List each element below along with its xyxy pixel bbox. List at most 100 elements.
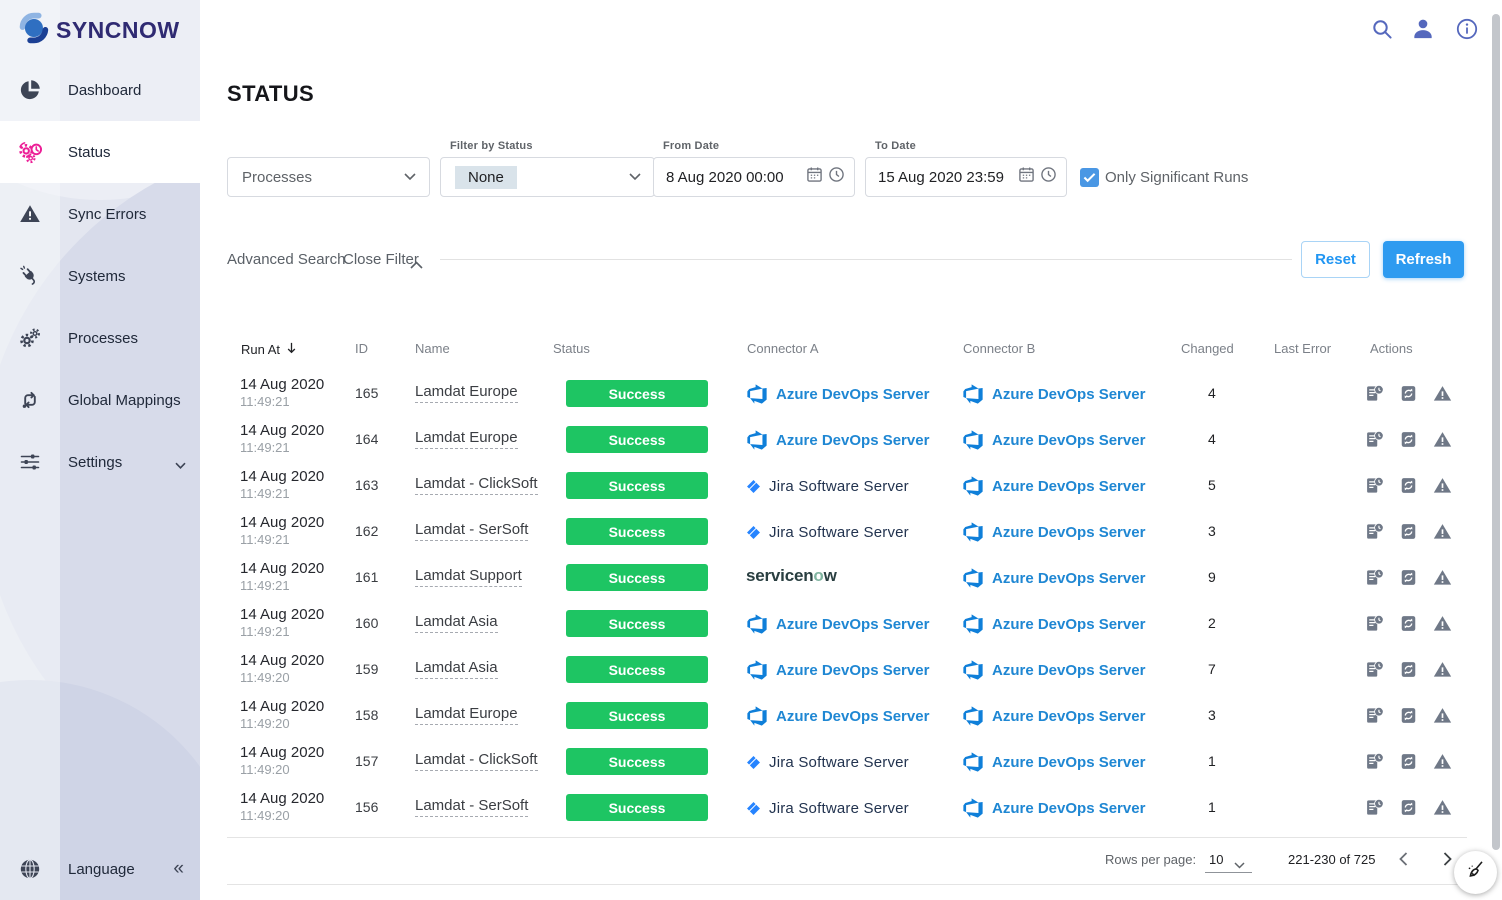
run-details-icon[interactable]	[1365, 614, 1385, 634]
run-details-icon[interactable]	[1365, 476, 1385, 496]
run-details-icon[interactable]	[1365, 752, 1385, 772]
only-significant-checkbox[interactable]	[1080, 168, 1099, 187]
run-details-icon[interactable]	[1365, 384, 1385, 404]
clock-icon[interactable]	[828, 166, 845, 188]
jira-connector-link[interactable]: Jira Software Server	[746, 750, 909, 774]
sidebar-item-sync-errors[interactable]: Sync Errors	[0, 183, 200, 245]
column-header-status[interactable]: Status	[553, 341, 590, 356]
process-select[interactable]: Processes	[227, 157, 430, 197]
warning-icon[interactable]	[1433, 384, 1453, 404]
calendar-icon[interactable]	[806, 166, 823, 188]
azure-devops-connector-link[interactable]: Azure DevOps Server	[962, 566, 1145, 590]
rerun-icon[interactable]	[1399, 706, 1419, 726]
warning-icon[interactable]	[1433, 752, 1453, 772]
previous-page-icon[interactable]	[1394, 849, 1414, 874]
azure-devops-connector-link[interactable]: Azure DevOps Server	[962, 796, 1145, 820]
calendar-icon[interactable]	[1018, 166, 1035, 188]
column-header-changed[interactable]: Changed	[1181, 341, 1234, 356]
jira-connector-link[interactable]: Jira Software Server	[746, 796, 909, 820]
row-actions	[1365, 660, 1453, 680]
user-icon[interactable]	[1410, 16, 1436, 47]
sidebar-item-global-mappings[interactable]: Global Mappings	[0, 369, 200, 431]
reset-button[interactable]: Reset	[1301, 241, 1370, 278]
to-date-input[interactable]: 15 Aug 2020 23:59	[865, 157, 1067, 197]
azure-devops-connector-link[interactable]: Azure DevOps Server	[962, 520, 1145, 544]
rerun-icon[interactable]	[1399, 430, 1419, 450]
warning-icon[interactable]	[1433, 430, 1453, 450]
process-name-link[interactable]: Lamdat - SerSoft	[415, 521, 529, 541]
warning-icon[interactable]	[1433, 706, 1453, 726]
rerun-icon[interactable]	[1399, 568, 1419, 588]
clock-icon[interactable]	[1040, 166, 1057, 188]
rerun-icon[interactable]	[1399, 614, 1419, 634]
process-name-link[interactable]: Lamdat Support	[415, 567, 522, 587]
azure-devops-connector-link[interactable]: Azure DevOps Server	[962, 382, 1145, 406]
column-header-last-error[interactable]: Last Error	[1274, 341, 1331, 356]
azure-devops-connector-link[interactable]: Azure DevOps Server	[962, 612, 1145, 636]
warning-icon[interactable]	[1433, 798, 1453, 818]
rerun-icon[interactable]	[1399, 752, 1419, 772]
column-header-id[interactable]: ID	[355, 341, 368, 356]
run-details-icon[interactable]	[1365, 568, 1385, 588]
run-details-icon[interactable]	[1365, 798, 1385, 818]
sidebar-item-systems[interactable]: Systems	[0, 245, 200, 307]
run-details-icon[interactable]	[1365, 430, 1385, 450]
chevron-up-icon[interactable]	[410, 256, 423, 274]
rows-per-page-select[interactable]: 10	[1209, 852, 1223, 867]
process-name-link[interactable]: Lamdat - ClickSoft	[415, 751, 538, 771]
warning-icon[interactable]	[1433, 476, 1453, 496]
sidebar-item-status[interactable]: Status	[0, 121, 200, 183]
run-details-icon[interactable]	[1365, 660, 1385, 680]
status-filter-select[interactable]: None	[440, 157, 655, 197]
warning-icon[interactable]	[1433, 614, 1453, 634]
close-filter-link[interactable]: Close Filter	[343, 251, 419, 268]
rerun-icon[interactable]	[1399, 522, 1419, 542]
clear-cache-button[interactable]	[1454, 851, 1497, 894]
servicenow-logo[interactable]: servicenow	[746, 566, 837, 585]
info-icon[interactable]	[1455, 17, 1479, 46]
run-details-icon[interactable]	[1365, 706, 1385, 726]
run-details-icon[interactable]	[1365, 522, 1385, 542]
process-name-link[interactable]: Lamdat Europe	[415, 705, 518, 725]
warning-icon[interactable]	[1433, 660, 1453, 680]
rerun-icon[interactable]	[1399, 798, 1419, 818]
azure-devops-connector-link[interactable]: Azure DevOps Server	[962, 750, 1145, 774]
jira-connector-link[interactable]: Jira Software Server	[746, 520, 909, 544]
warning-icon[interactable]	[1433, 522, 1453, 542]
column-header-name[interactable]: Name	[415, 341, 450, 356]
collapse-sidebar-icon[interactable]: «	[173, 858, 184, 880]
azure-devops-connector-link[interactable]: Azure DevOps Server	[962, 428, 1145, 452]
sidebar-item-language[interactable]: Language «	[0, 838, 200, 900]
azure-devops-connector-link[interactable]: Azure DevOps Server	[746, 704, 929, 728]
process-name-link[interactable]: Lamdat Europe	[415, 429, 518, 449]
azure-devops-connector-link[interactable]: Azure DevOps Server	[962, 474, 1145, 498]
process-name-link[interactable]: Lamdat Asia	[415, 613, 498, 633]
process-name-link[interactable]: Lamdat - ClickSoft	[415, 475, 538, 495]
jira-connector-link[interactable]: Jira Software Server	[746, 474, 909, 498]
refresh-button[interactable]: Refresh	[1383, 241, 1464, 278]
column-header-connector-a[interactable]: Connector A	[747, 341, 819, 356]
process-name-link[interactable]: Lamdat Europe	[415, 383, 518, 403]
rerun-icon[interactable]	[1399, 660, 1419, 680]
sidebar-item-dashboard[interactable]: Dashboard	[0, 59, 200, 121]
azure-devops-connector-link[interactable]: Azure DevOps Server	[962, 704, 1145, 728]
sidebar-item-settings[interactable]: Settings	[0, 431, 200, 493]
azure-devops-connector-link[interactable]: Azure DevOps Server	[746, 612, 929, 636]
syncnow-logo[interactable]: SYNCNOW	[14, 10, 180, 51]
azure-devops-connector-link[interactable]: Azure DevOps Server	[746, 658, 929, 682]
from-date-input[interactable]: 8 Aug 2020 00:00	[653, 157, 855, 197]
process-name-link[interactable]: Lamdat - SerSoft	[415, 797, 529, 817]
rerun-icon[interactable]	[1399, 384, 1419, 404]
warning-icon[interactable]	[1433, 568, 1453, 588]
advanced-search-link[interactable]: Advanced Search	[227, 251, 345, 268]
azure-devops-connector-link[interactable]: Azure DevOps Server	[746, 382, 929, 406]
azure-devops-connector-link[interactable]: Azure DevOps Server	[962, 658, 1145, 682]
rerun-icon[interactable]	[1399, 476, 1419, 496]
sidebar-item-processes[interactable]: Processes	[0, 307, 200, 369]
column-header-connector-b[interactable]: Connector B	[963, 341, 1035, 356]
search-icon[interactable]	[1370, 17, 1394, 46]
process-name-link[interactable]: Lamdat Asia	[415, 659, 498, 679]
column-header-run-at[interactable]: Run At	[241, 341, 298, 358]
azure-devops-connector-link[interactable]: Azure DevOps Server	[746, 428, 929, 452]
vertical-scrollbar[interactable]	[1492, 14, 1500, 850]
